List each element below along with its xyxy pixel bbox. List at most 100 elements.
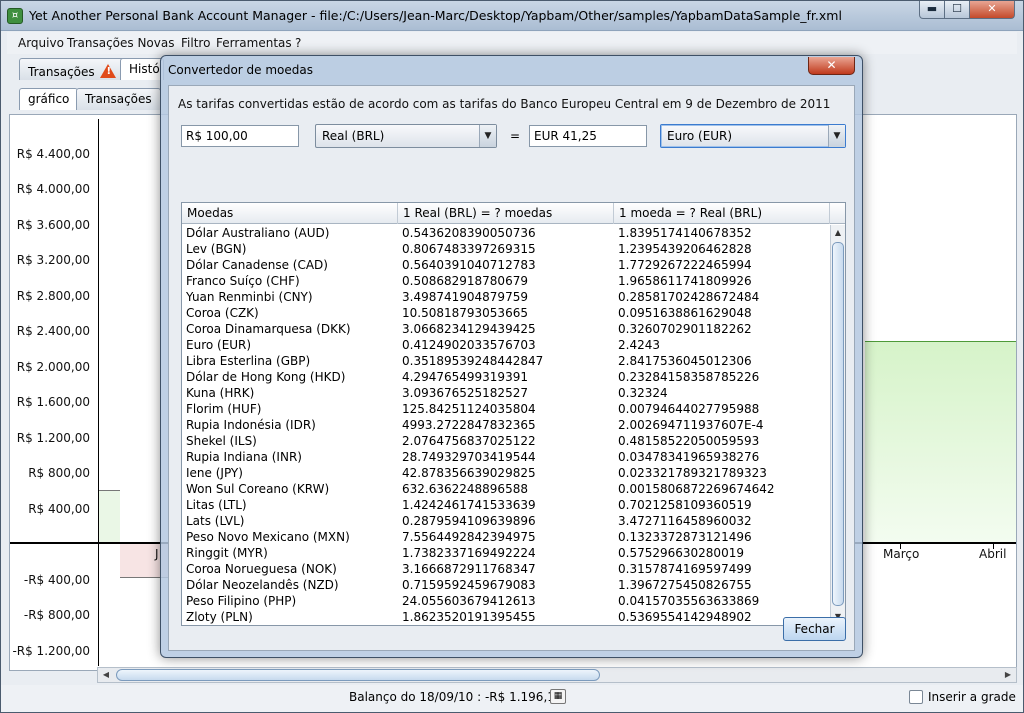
menu-arquivo[interactable]: Arquivo — [18, 36, 64, 50]
maximize-button[interactable]: ☐ — [944, 1, 970, 19]
from-rate-cell: 7.5564492842394975 — [402, 530, 536, 544]
menu-transacoes-novas[interactable]: Transações Novas — [67, 36, 174, 50]
currency-name-cell: Lats (LVL) — [186, 514, 245, 528]
from-rate-cell: 1.8623520191395455 — [402, 610, 536, 624]
currency-name-cell: Zloty (PLN) — [186, 610, 253, 624]
from-rate-cell: 0.508682918780679 — [402, 274, 528, 288]
table-row[interactable]: Rupia Indiana (INR) 28.749329703419544 0.0… — [182, 449, 830, 465]
x-label-first: J — [155, 547, 159, 561]
scroll-right-arrow-icon[interactable]: ▶ — [1000, 668, 1016, 682]
table-vertical-scrollbar[interactable]: ▲ ▼ — [830, 225, 845, 625]
menu-help[interactable]: ? — [295, 36, 301, 50]
currency-name-cell: Dólar Neozelandês (NZD) — [186, 578, 339, 592]
tab-grafico[interactable]: gráfico — [19, 88, 79, 110]
y-label: R$ 800,00 — [28, 466, 90, 480]
to-rate-cell: 0.575296630280019 — [618, 546, 744, 560]
scroll-left-arrow-icon[interactable]: ◀ — [98, 668, 114, 682]
column-header-currency[interactable]: Moedas — [182, 203, 398, 224]
to-rate-cell: 0.3260702901182262 — [618, 322, 752, 336]
currency-name-cell: Kuna (HRK) — [186, 386, 255, 400]
currency-to-value: Euro (EUR) — [667, 129, 733, 143]
currency-name-cell: Rupia Indonésia (IDR) — [186, 418, 316, 432]
currency-name-cell: Ringgit (MYR) — [186, 546, 268, 560]
currency-name-cell: Florim (HUF) — [186, 402, 262, 416]
to-rate-cell: 1.3967275450826755 — [618, 578, 752, 592]
scroll-thumb[interactable] — [832, 242, 844, 606]
column-header-from-rate[interactable]: 1 Real (BRL) = ? moedas — [398, 203, 614, 224]
table-row[interactable]: Litas (LTL) 1.4242461741533639 0.702125810… — [182, 497, 830, 513]
y-label: R$ 2.800,00 — [16, 289, 90, 303]
currency-name-cell: Peso Novo Mexicano (MXN) — [186, 530, 350, 544]
to-rate-cell: 0.03478341965938276 — [618, 450, 760, 464]
tab-transacoes-label: Transações — [28, 65, 95, 79]
currency-from-select[interactable]: Real (BRL) ▼ — [315, 124, 497, 148]
table-row[interactable]: Yuan Renminbi (CNY) 3.498741904879759 0.28… — [182, 289, 830, 305]
from-rate-cell: 42.878356639029825 — [402, 466, 536, 480]
column-header-to-rate[interactable]: 1 moeda = ? Real (BRL) — [614, 203, 830, 224]
calendar-icon[interactable]: ▦ — [550, 689, 566, 704]
scroll-up-arrow-icon[interactable]: ▲ — [831, 225, 845, 241]
table-row[interactable]: Libra Esterlina (GBP) 0.35189539248442847… — [182, 353, 830, 369]
table-row[interactable]: Dólar Australiano (AUD) 0.543620839005073… — [182, 225, 830, 241]
to-rate-cell: 0.23284158358785226 — [618, 370, 760, 384]
amount-to-input[interactable]: EUR 41,25 — [529, 125, 647, 147]
table-row[interactable]: Iene (JPY) 42.878356639029825 0.0233217893… — [182, 465, 830, 481]
table-row[interactable]: Kuna (HRK) 3.093676525182527 0.32324 — [182, 385, 830, 401]
title-bar[interactable]: ¤ Yet Another Personal Bank Account Mana… — [1, 1, 1023, 31]
from-rate-cell: 24.055603679412613 — [402, 594, 536, 608]
currency-table: Moedas 1 Real (BRL) = ? moedas 1 moeda =… — [181, 202, 846, 626]
amount-from-input[interactable]: R$ 100,00 — [181, 125, 299, 147]
table-row[interactable]: Coroa Norueguesa (NOK) 3.1666872911768347… — [182, 561, 830, 577]
chevron-down-icon[interactable]: ▼ — [479, 125, 496, 147]
table-row[interactable]: Dólar de Hong Kong (HKD) 4.29476549931939… — [182, 369, 830, 385]
grid-checkbox[interactable] — [909, 690, 923, 704]
x-label-april: Abril — [979, 547, 1007, 561]
to-rate-cell: 0.1323372873121496 — [618, 530, 752, 544]
table-row[interactable]: Florim (HUF) 125.84251124035804 0.00794644… — [182, 401, 830, 417]
menu-filtro[interactable]: Filtro — [181, 36, 210, 50]
chevron-down-icon[interactable]: ▼ — [828, 125, 845, 147]
table-row[interactable]: Euro (EUR) 0.4124902033576703 2.4243 — [182, 337, 830, 353]
currency-to-select[interactable]: Euro (EUR) ▼ — [660, 124, 846, 148]
y-label: R$ 4.000,00 — [16, 182, 90, 196]
from-rate-cell: 3.1666872911768347 — [402, 562, 536, 576]
from-rate-cell: 3.093676525182527 — [402, 386, 528, 400]
currency-name-cell: Iene (JPY) — [186, 466, 243, 480]
tab-transacoes[interactable]: Transações ! — [19, 58, 126, 80]
currency-name-cell: Rupia Indiana (INR) — [186, 450, 302, 464]
balance-text: Balanço do 18/09/10 : -R$ 1.196,10 — [349, 690, 563, 704]
table-row[interactable]: Lats (LVL) 0.2879594109639896 3.4727116458… — [182, 513, 830, 529]
chart-horizontal-scrollbar[interactable]: ◀ ▶ — [97, 667, 1017, 683]
close-window-button[interactable]: ✕ — [969, 1, 1015, 19]
y-label: R$ 2.000,00 — [16, 360, 90, 374]
currency-name-cell: Yuan Renminbi (CNY) — [186, 290, 313, 304]
dialog-title-bar[interactable]: Convertedor de moedas ✕ — [161, 56, 862, 84]
menu-bar: Arquivo Transações Novas Filtro Ferramen… — [7, 32, 1017, 54]
status-bar: Balanço do 18/09/10 : -R$ 1.196,10 ▦ Ins… — [1, 685, 1023, 712]
currency-name-cell: Coroa (CZK) — [186, 306, 259, 320]
menu-ferramentas[interactable]: Ferramentas — [216, 36, 292, 50]
chart-positive-area — [865, 341, 1016, 542]
fechar-button[interactable]: Fechar — [783, 617, 846, 641]
table-row[interactable]: Ringgit (MYR) 1.7382337169492224 0.5752966… — [182, 545, 830, 561]
table-row[interactable]: Won Sul Coreano (KRW) 632.6362248896588 0.… — [182, 481, 830, 497]
table-row[interactable]: Dólar Canadense (CAD) 0.5640391040712783 1… — [182, 257, 830, 273]
table-row[interactable]: Franco Suíço (CHF) 0.508682918780679 1.965… — [182, 273, 830, 289]
currency-name-cell: Dólar de Hong Kong (HKD) — [186, 370, 346, 384]
dialog-close-icon[interactable]: ✕ — [808, 57, 855, 75]
table-row[interactable]: Zloty (PLN) 1.8623520191395455 0.536955414… — [182, 609, 830, 625]
table-row[interactable]: Peso Novo Mexicano (MXN) 7.55644928423949… — [182, 529, 830, 545]
table-row[interactable]: Lev (BGN) 0.8067483397269315 1.23954392064… — [182, 241, 830, 257]
scroll-thumb[interactable] — [116, 669, 600, 681]
table-row[interactable]: Rupia Indonésia (IDR) 4993.2722847832365 2… — [182, 417, 830, 433]
table-row[interactable]: Peso Filipino (PHP) 24.055603679412613 0.0… — [182, 593, 830, 609]
table-row[interactable]: Shekel (ILS) 2.0764756837025122 0.48158522… — [182, 433, 830, 449]
tab-sub-transacoes[interactable]: Transações — [76, 88, 161, 110]
table-row[interactable]: Coroa (CZK) 10.50818793053665 0.0951638861… — [182, 305, 830, 321]
grid-checkbox-label[interactable]: Inserir a grade — [928, 690, 1016, 704]
minimize-button[interactable]: ▬ — [919, 1, 945, 19]
table-row[interactable]: Coroa Dinamarquesa (DKK) 3.06682341294394… — [182, 321, 830, 337]
currency-name-cell: Dólar Canadense (CAD) — [186, 258, 328, 272]
tab-historico[interactable]: Histó — [120, 58, 164, 80]
table-row[interactable]: Dólar Neozelandês (NZD) 0.715959245967908… — [182, 577, 830, 593]
